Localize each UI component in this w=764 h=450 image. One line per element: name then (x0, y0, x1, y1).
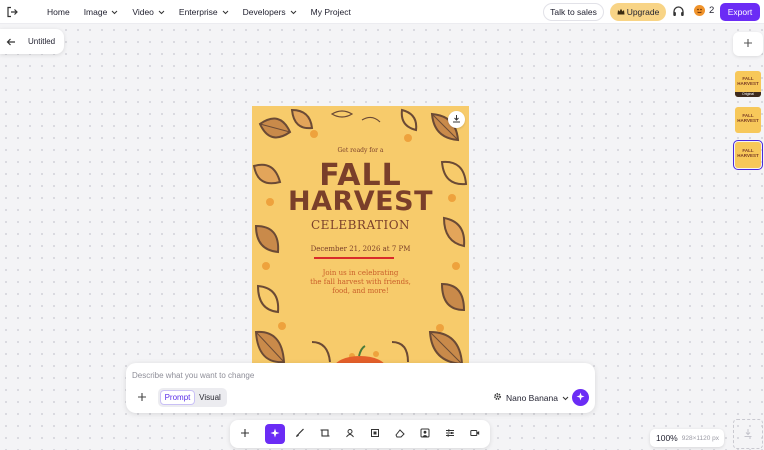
nav-image-label: Image (83, 7, 108, 17)
crop-tool-button[interactable] (316, 425, 334, 443)
download-icon (452, 114, 461, 125)
plus-icon (743, 38, 753, 50)
video-camera-icon (470, 428, 480, 440)
chevron-down-icon (562, 393, 569, 403)
adjust-tool-button[interactable] (441, 425, 459, 443)
nav-enterprise-label: Enterprise (178, 7, 218, 17)
nav-my-project-label: My Project (310, 7, 351, 17)
thumbnail-variation-2[interactable]: FALL HARVEST (733, 140, 763, 170)
eraser-tool-button[interactable] (391, 425, 409, 443)
talk-to-sales-label: Talk to sales (550, 7, 597, 17)
person-icon (345, 428, 355, 440)
nav-developers-label: Developers (242, 7, 286, 17)
prompt-input[interactable] (132, 369, 572, 381)
crop-icon (320, 428, 330, 440)
nav-my-project[interactable]: My Project (311, 7, 351, 17)
bottom-toolbar (230, 420, 490, 448)
poster-kicker: Get ready for a (337, 147, 384, 154)
chevron-down-icon (290, 10, 297, 15)
sparkle-icon (270, 428, 280, 440)
sliders-icon (445, 428, 455, 440)
mode-toggle: Prompt Visual (158, 388, 227, 407)
video-tool-button[interactable] (466, 425, 484, 443)
poster-canvas[interactable]: Get ready for a FALL HARVEST CELEBRATION… (252, 106, 469, 368)
plus-icon (240, 428, 250, 440)
zoom-value: 100% (656, 433, 678, 443)
talk-to-sales-button[interactable]: Talk to sales (543, 3, 604, 21)
chevron-down-icon (222, 10, 229, 15)
add-tool-button[interactable] (236, 425, 254, 443)
main-nav: Home Image Video Enterprise Developers M… (47, 0, 365, 24)
nav-developers[interactable]: Developers (243, 7, 297, 17)
nav-home-label: Home (47, 7, 70, 17)
gear-icon (493, 392, 502, 403)
expand-icon (370, 428, 380, 440)
plus-icon (137, 392, 147, 404)
poster-body-line2: the fall harvest with friends, (310, 278, 411, 286)
headset-support-icon[interactable] (672, 5, 685, 18)
export-button[interactable]: Export (720, 3, 760, 21)
export-label: Export (727, 7, 753, 17)
thumbnail-line2: HARVEST (737, 153, 759, 158)
generate-button[interactable] (572, 389, 589, 406)
poster-body-line1: Join us in celebrating (322, 269, 399, 277)
nav-video-label: Video (132, 7, 154, 17)
thumbnail-line2: HARVEST (737, 81, 759, 86)
poster-subtitle: CELEBRATION (310, 218, 411, 232)
nav-image[interactable]: Image (84, 7, 119, 17)
nav-enterprise[interactable]: Enterprise (179, 7, 229, 17)
zoom-indicator[interactable]: 100% 928×1120 px (650, 429, 724, 447)
thumbnail-tag: Original (735, 92, 761, 97)
chevron-down-icon (111, 10, 118, 15)
credits-count: 2 (709, 5, 715, 16)
credit-coin-icon (694, 5, 705, 16)
poster-body-line3: food, and more! (332, 287, 389, 295)
expand-tool-button[interactable] (366, 425, 384, 443)
leaf-border-decoration (252, 108, 468, 368)
document-title-card: Untitled (0, 29, 64, 54)
model-name: Nano Banana (506, 392, 558, 403)
poster-title-line2: HARVEST (288, 186, 433, 217)
nav-home[interactable]: Home (47, 7, 70, 17)
top-navigation-bar: Home Image Video Enterprise Developers M… (0, 0, 764, 24)
chevron-down-icon (158, 10, 165, 15)
portrait-tool-button[interactable] (341, 425, 359, 443)
mode-prompt-tab[interactable]: Prompt (160, 390, 195, 405)
background-tool-button[interactable] (416, 425, 434, 443)
drop-zone[interactable] (733, 419, 763, 449)
model-selector[interactable]: Nano Banana (493, 392, 569, 403)
add-attachment-button[interactable] (136, 392, 147, 403)
credits-counter[interactable]: 2 (694, 5, 714, 16)
canvas-dimensions: 928×1120 px (681, 434, 720, 442)
crown-icon (617, 7, 625, 17)
add-variation-button[interactable] (733, 32, 763, 56)
prompt-panel: Prompt Visual Nano Banana (126, 363, 595, 413)
nav-video[interactable]: Video (132, 7, 165, 17)
arrow-left-icon[interactable] (6, 37, 16, 47)
thumbnail-variation-1[interactable]: FALL HARVEST (735, 107, 761, 133)
thumbnail-line2: HARVEST (737, 118, 759, 123)
ai-edit-tool-button[interactable] (265, 424, 285, 444)
download-icon (743, 428, 753, 440)
upgrade-button[interactable]: Upgrade (610, 3, 666, 21)
mode-visual-tab[interactable]: Visual (195, 390, 225, 405)
thumbnail-original[interactable]: FALL HARVEST Original (735, 71, 761, 97)
exit-icon[interactable] (5, 5, 18, 18)
poster-date: December 21, 2026 at 7 PM (310, 245, 411, 253)
brush-tool-button[interactable] (291, 425, 309, 443)
sparkle-icon (576, 392, 585, 403)
image-person-icon (420, 428, 430, 440)
upgrade-label: Upgrade (626, 7, 660, 17)
brush-icon (295, 428, 305, 440)
download-button[interactable] (448, 111, 465, 128)
eraser-icon (395, 428, 405, 440)
document-title[interactable]: Untitled (28, 37, 55, 46)
